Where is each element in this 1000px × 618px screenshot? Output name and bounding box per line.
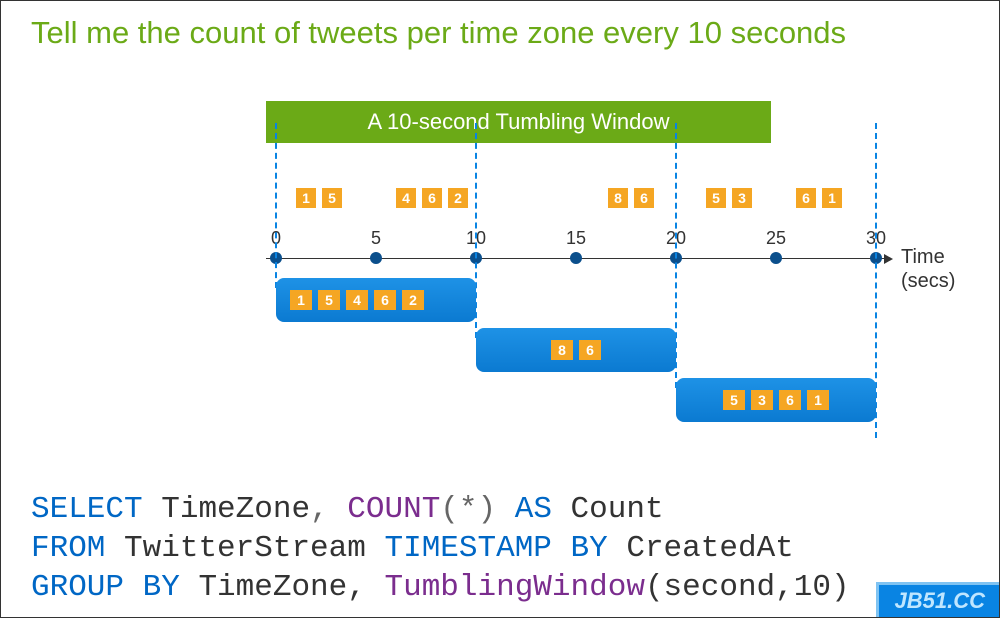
window-event: 2	[402, 290, 424, 310]
event-marker: 5	[706, 188, 726, 208]
event-marker: 4	[396, 188, 416, 208]
tick-label: 15	[566, 228, 586, 249]
event-marker: 5	[322, 188, 342, 208]
sql-ts-col: CreatedAt	[626, 531, 793, 566]
window-event: 8	[551, 340, 573, 360]
tick-label: 5	[371, 228, 381, 249]
tick-marker	[370, 252, 382, 264]
sql-star: (*)	[440, 492, 496, 527]
window-event: 5	[318, 290, 340, 310]
event-marker: 6	[422, 188, 442, 208]
sql-kw-timestampby: TIMESTAMP BY	[384, 531, 607, 566]
sql-kw-from: FROM	[31, 531, 105, 566]
sql-fn-tumbling: TumblingWindow	[384, 570, 644, 605]
tick-marker	[770, 252, 782, 264]
sql-col-timezone: TimeZone	[161, 492, 310, 527]
window-aggregate: 86	[476, 328, 676, 372]
window-aggregate: 15462	[276, 278, 476, 322]
event-marker: 1	[822, 188, 842, 208]
sql-fn-count: COUNT	[347, 492, 440, 527]
event-marker: 1	[296, 188, 316, 208]
timeline: Time (secs) 051015202530 15462865361 154…	[266, 218, 946, 278]
window-event: 5	[723, 390, 745, 410]
axis-label: Time	[901, 246, 945, 269]
tick-marker	[570, 252, 582, 264]
sql-kw-groupby: GROUP BY	[31, 570, 180, 605]
window-boundary-line	[275, 123, 277, 288]
page-title: Tell me the count of tweets per time zon…	[1, 1, 999, 51]
tick-label: 25	[766, 228, 786, 249]
event-marker: 8	[608, 188, 628, 208]
sql-col-timezone2: TimeZone	[198, 570, 347, 605]
event-marker: 2	[448, 188, 468, 208]
window-event: 6	[374, 290, 396, 310]
window-event: 1	[290, 290, 312, 310]
event-marker: 6	[796, 188, 816, 208]
window-aggregate: 5361	[676, 378, 876, 422]
axis-arrow-icon	[884, 254, 893, 264]
axis-unit: (secs)	[901, 270, 955, 293]
watermark-badge: JB51.CC	[876, 582, 999, 617]
window-event: 1	[807, 390, 829, 410]
window-event: 4	[346, 290, 368, 310]
window-event: 3	[751, 390, 773, 410]
window-event: 6	[579, 340, 601, 360]
sql-kw-as: AS	[515, 492, 552, 527]
diagram-banner: A 10-second Tumbling Window	[266, 101, 771, 143]
window-event: 6	[779, 390, 801, 410]
sql-kw-select: SELECT	[31, 492, 143, 527]
sql-tumbling-args: (second,10)	[645, 570, 850, 605]
sql-query: SELECT TimeZone, COUNT(*) AS Count FROM …	[31, 491, 850, 607]
tumbling-window-diagram: A 10-second Tumbling Window Time (secs) …	[266, 101, 946, 451]
event-marker: 6	[634, 188, 654, 208]
sql-stream: TwitterStream	[124, 531, 366, 566]
sql-alias-count: Count	[571, 492, 664, 527]
event-marker: 3	[732, 188, 752, 208]
